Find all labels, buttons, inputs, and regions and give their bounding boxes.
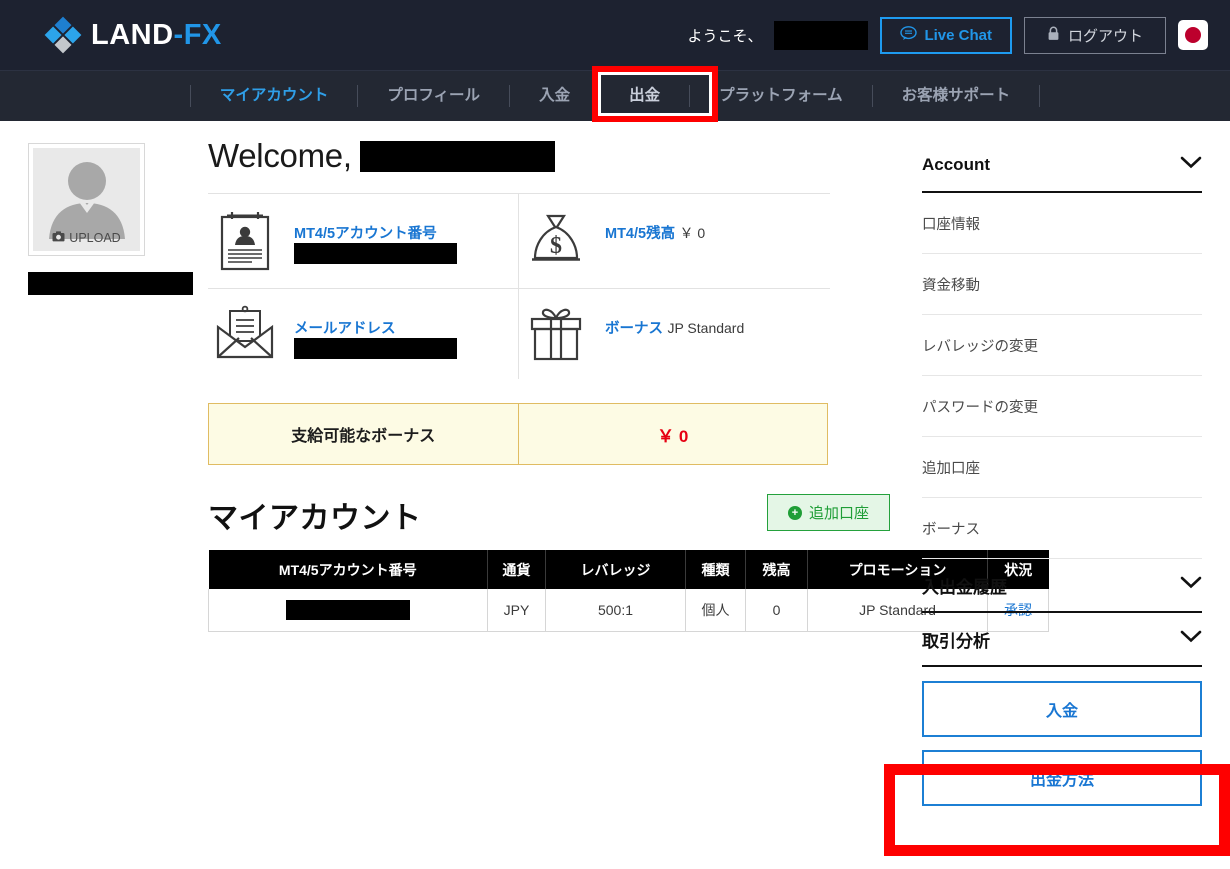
chat-bubble-icon [900, 25, 918, 45]
accounts-section-title: マイアカウント [208, 502, 422, 535]
add-account-button[interactable]: + 追加口座 [766, 494, 890, 531]
info-label-account-number[interactable]: MT4/5アカウント番号 [294, 226, 437, 242]
info-card-bonus: ボーナス JP Standard [519, 288, 830, 379]
sidebar-group-transaction-history-title: 入出金履歴 [922, 577, 1007, 597]
account-info-grid: MT4/5アカウント番号 $ MT4/5残高 ￥ 0 メールアドレス ボーナス … [208, 193, 830, 379]
account-number-redacted [294, 243, 457, 264]
avatar: UPLOAD [33, 148, 140, 251]
info-label-bonus[interactable]: ボーナス [605, 321, 663, 337]
chevron-down-icon [1180, 576, 1202, 594]
accounts-header-row: マイアカウント + 追加口座 [208, 493, 890, 537]
cell-account-number [208, 589, 488, 632]
welcome-name-redacted [359, 140, 555, 172]
info-card-email: メールアドレス [208, 288, 519, 379]
info-card-account-number: MT4/5アカウント番号 [208, 194, 519, 288]
upload-photo-label: UPLOAD [52, 231, 121, 251]
sidebar-group-trade-analysis[interactable]: 取引分析 [922, 613, 1202, 667]
col-currency: 通貨 [487, 550, 546, 589]
info-value-balance: ￥ 0 [679, 225, 706, 241]
email-redacted [294, 338, 457, 359]
nav-item-deposit[interactable]: 入金 [510, 71, 599, 121]
live-chat-label: Live Chat [924, 26, 992, 44]
account-name-redacted [28, 272, 193, 295]
table-account-number-redacted [286, 600, 410, 620]
lock-icon [1047, 26, 1060, 45]
sidebar-group-account-title: Account [922, 155, 990, 174]
flag-dot [1185, 27, 1201, 43]
camera-icon [52, 231, 65, 245]
japan-flag-icon[interactable] [1178, 20, 1208, 50]
sidebar-item-bonus[interactable]: ボーナス [922, 498, 1202, 559]
live-chat-button[interactable]: Live Chat [880, 16, 1012, 54]
sidebar-item-account-info[interactable]: 口座情報 [922, 193, 1202, 254]
col-balance: 残高 [745, 550, 808, 589]
sidebar-group-transaction-history[interactable]: 入出金履歴 [922, 559, 1202, 613]
sidebar-item-change-password[interactable]: パスワードの変更 [922, 376, 1202, 437]
chevron-down-icon [1180, 630, 1202, 648]
nav-divider [1039, 85, 1041, 107]
cell-type: 個人 [685, 589, 746, 632]
svg-text:$: $ [550, 233, 562, 259]
brand-logo[interactable]: LAND-FX [44, 16, 222, 54]
add-account-label: 追加口座 [808, 505, 869, 522]
main-column: Welcome, MT4/5アカウント番号 $ MT4/5残高 ￥ 0 メールア… [190, 121, 1049, 869]
main-navigation: マイアカウント プロフィール 入金 出金 プラットフォーム お客様サポート [0, 71, 1230, 121]
info-card-balance: $ MT4/5残高 ￥ 0 [519, 194, 830, 288]
id-card-icon [214, 210, 276, 272]
avatar-upload-box[interactable]: UPLOAD [28, 143, 145, 256]
cell-currency: JPY [487, 589, 546, 632]
money-bag-icon: $ [525, 210, 587, 270]
top-header-bar: LAND-FX ようこそ、 Live Chat ログアウト [0, 0, 1230, 71]
sidebar-group-trade-analysis-title: 取引分析 [922, 631, 990, 651]
avatar-column: UPLOAD [0, 121, 193, 869]
nav-item-my-account[interactable]: マイアカウント [191, 71, 358, 121]
info-label-balance[interactable]: MT4/5残高 [605, 226, 675, 242]
logo-text-land: LAND [91, 18, 174, 51]
envelope-icon [214, 305, 276, 361]
welcome-greeting-label: ようこそ、 [687, 27, 763, 45]
sidebar-item-additional-account[interactable]: 追加口座 [922, 437, 1202, 498]
payable-bonus-banner: 支給可能なボーナス ￥ 0 [208, 403, 828, 465]
right-sidebar: Account 口座情報 資金移動 レバレッジの変更 パスワードの変更 追加口座… [910, 121, 1230, 869]
chevron-down-icon [1180, 156, 1202, 174]
info-value-bonus: JP Standard [667, 320, 745, 336]
col-type: 種類 [685, 550, 746, 589]
sidebar-item-fund-transfer[interactable]: 資金移動 [922, 254, 1202, 315]
sidebar-group-account[interactable]: Account [922, 139, 1202, 193]
welcome-row: Welcome, [208, 137, 890, 175]
nav-item-support[interactable]: お客様サポート [873, 71, 1040, 121]
page-title: Welcome, [208, 137, 352, 174]
payable-bonus-amount: ￥ 0 [657, 426, 689, 446]
diamond-logo-icon [44, 16, 82, 54]
col-leverage: レバレッジ [545, 550, 686, 589]
upload-label-text: UPLOAD [69, 231, 121, 245]
withdrawal-method-button[interactable]: 出金方法 [922, 750, 1202, 806]
sidebar-item-change-leverage[interactable]: レバレッジの変更 [922, 315, 1202, 376]
header-actions: ようこそ、 Live Chat ログアウト [687, 16, 1208, 54]
payable-bonus-label: 支給可能なボーナス [209, 404, 519, 464]
cell-balance: 0 [745, 589, 808, 632]
gift-box-icon [525, 305, 587, 363]
plus-circle-icon: + [787, 505, 802, 520]
nav-item-withdrawal[interactable]: 出金 [600, 71, 689, 121]
info-label-email[interactable]: メールアドレス [294, 321, 396, 337]
nav-item-platform[interactable]: プラットフォーム [690, 71, 872, 121]
nav-item-profile[interactable]: プロフィール [358, 71, 509, 121]
cell-leverage: 500:1 [545, 589, 686, 632]
page-content: UPLOAD Welcome, MT4/5アカウント番号 $ MT4/5残高 ￥… [0, 121, 1230, 869]
logout-button[interactable]: ログアウト [1023, 16, 1166, 54]
col-account-number: MT4/5アカウント番号 [208, 550, 488, 589]
deposit-button[interactable]: 入金 [922, 681, 1202, 737]
logo-text-fx: -FX [173, 18, 222, 51]
username-redacted [774, 20, 869, 50]
logout-label: ログアウト [1067, 27, 1143, 45]
